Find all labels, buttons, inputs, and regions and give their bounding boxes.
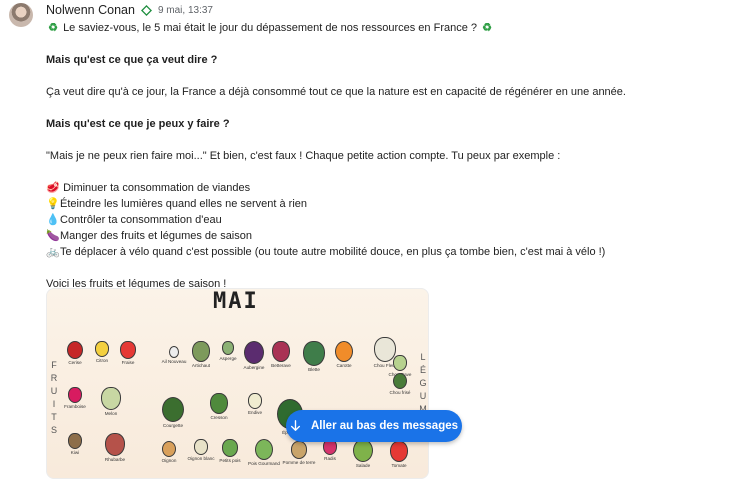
action-item: 🍆Manger des fruits et légumes de saison bbox=[46, 230, 252, 242]
produce-illustration bbox=[335, 341, 353, 362]
produce-illustration bbox=[194, 439, 208, 455]
produce-illustration bbox=[248, 393, 262, 409]
produce-illustration bbox=[162, 397, 184, 422]
produce-illustration bbox=[222, 439, 238, 457]
message-header: Nolwenn Conan 9 mai, 13:37 bbox=[46, 3, 213, 17]
produce-fraise: Fraise bbox=[111, 341, 145, 366]
light-bulb-icon: 💡 bbox=[46, 198, 60, 210]
produce-blette: Blette bbox=[297, 341, 331, 373]
meat-icon: 🥩 bbox=[46, 182, 60, 194]
poster-title: MAI bbox=[213, 289, 259, 314]
produce-label: Rhubarbe bbox=[104, 457, 126, 462]
produce-cresson: Cresson bbox=[202, 393, 236, 421]
produce-label: Tomate bbox=[391, 463, 407, 468]
recycle-icon: ♻ bbox=[482, 22, 493, 34]
produce-illustration bbox=[169, 346, 179, 358]
seasonal-produce-poster[interactable]: MAI FRUITS LÉGUM Cerise Citron Fraise Ail N… bbox=[46, 288, 429, 479]
produce-label: Blette bbox=[308, 367, 320, 372]
verified-diamond-icon bbox=[140, 4, 152, 16]
produce-illustration bbox=[390, 441, 408, 462]
produce-kiwi: Kiwi bbox=[58, 433, 92, 456]
produce-label: Framboise bbox=[64, 404, 86, 409]
produce-illustration bbox=[210, 393, 228, 414]
author-name[interactable]: Nolwenn Conan bbox=[46, 3, 135, 17]
scroll-to-bottom-button[interactable]: Aller au bas des messages bbox=[286, 410, 462, 442]
produce-pomme-de-terre: Pomme de terre bbox=[282, 441, 316, 466]
produce-label: Kiwi bbox=[70, 450, 80, 455]
produce-label: Endive bbox=[247, 410, 263, 415]
produce-illustration bbox=[272, 341, 290, 362]
produce-illustration bbox=[101, 387, 121, 410]
arrow-down-icon bbox=[290, 420, 301, 432]
avatar[interactable] bbox=[9, 3, 33, 27]
heading-actions: Mais qu'est ce que je peux y faire ? bbox=[46, 118, 230, 130]
produce-pois-gourmand: Pois Gourmand bbox=[247, 439, 281, 467]
intro-line: ♻ Le saviez-vous, le 5 mai était le jour… bbox=[46, 20, 746, 36]
produce-label: Carotte bbox=[336, 363, 352, 368]
produce-tomate: Tomate bbox=[382, 441, 416, 469]
produce-illustration bbox=[255, 439, 273, 460]
produce-label: Artichaut bbox=[191, 363, 211, 368]
produce-courgette: Courgette bbox=[156, 397, 190, 429]
intro-text: Le saviez-vous, le 5 mai était le jour d… bbox=[63, 22, 478, 34]
eggplant-icon: 🍆 bbox=[46, 230, 60, 242]
produce-betterave: Betterave bbox=[264, 341, 298, 369]
action-item: 🚲Te déplacer à vélo quand c'est possible… bbox=[46, 246, 606, 258]
action-item: 🥩 Diminuer ta consommation de viandes bbox=[46, 182, 251, 194]
produce-illustration bbox=[162, 441, 176, 457]
produce-label: Pomme de terre bbox=[282, 460, 316, 465]
produce-illustration bbox=[244, 341, 264, 364]
produce-illustration bbox=[68, 387, 82, 403]
produce-illustration bbox=[353, 439, 373, 462]
scroll-to-bottom-label: Aller au bas des messages bbox=[310, 420, 459, 432]
produce-illustration bbox=[192, 341, 210, 362]
produce-framboise: Framboise bbox=[58, 387, 92, 410]
action-item: 💡Éteindre les lumières quand elles ne se… bbox=[46, 198, 308, 210]
produce-chou-frisé: Chou frisé bbox=[383, 373, 417, 396]
produce-oignon: Oignon bbox=[152, 441, 186, 464]
droplet-icon: 💧 bbox=[46, 214, 60, 226]
produce-label: Radis bbox=[324, 456, 336, 461]
bicycle-icon: 🚲 bbox=[46, 246, 60, 258]
produce-endive: Endive bbox=[238, 393, 272, 416]
produce-label: Fraise bbox=[121, 360, 135, 365]
message-body: ♻ Le saviez-vous, le 5 mai était le jour… bbox=[46, 20, 746, 292]
produce-illustration bbox=[393, 373, 407, 389]
fruits-vertical-label: FRUITS bbox=[50, 360, 58, 435]
produce-label: Melon bbox=[104, 411, 118, 416]
produce-illustration bbox=[67, 341, 83, 359]
produce-label: Pois Gourmand bbox=[248, 461, 280, 466]
produce-illustration bbox=[105, 433, 125, 456]
produce-illustration bbox=[222, 341, 234, 355]
produce-label: Chou frisé bbox=[389, 390, 411, 395]
produce-illustration bbox=[303, 341, 325, 366]
produce-label: Salade bbox=[355, 463, 371, 468]
recycle-icon: ♻ bbox=[48, 22, 58, 34]
produce-illustration bbox=[393, 355, 407, 371]
produce-label: Cresson bbox=[210, 415, 228, 420]
produce-label: Courgette bbox=[162, 423, 184, 428]
vegetables-vertical-label: LÉGUM bbox=[419, 352, 427, 414]
heading-meaning: Mais qu'est ce que ça veut dire ? bbox=[46, 54, 218, 66]
paragraph-meaning: Ça veut dire qu'à ce jour, la France a d… bbox=[46, 86, 626, 98]
produce-salade: Salade bbox=[346, 439, 380, 469]
produce-illustration bbox=[291, 441, 307, 459]
produce-illustration bbox=[68, 433, 82, 449]
produce-petits-pois: Petits pois bbox=[213, 439, 247, 464]
produce-melon: Melon bbox=[94, 387, 128, 417]
produce-illustration bbox=[95, 341, 109, 357]
message-timestamp: 9 mai, 13:37 bbox=[157, 4, 213, 16]
produce-label: Petits pois bbox=[219, 458, 241, 463]
produce-illustration bbox=[120, 341, 136, 359]
action-item: 💧Contrôler ta consommation d'eau bbox=[46, 214, 222, 226]
produce-radis: Radis bbox=[313, 439, 347, 462]
paragraph-actions: "Mais je ne peux rien faire moi..." Et b… bbox=[46, 150, 561, 162]
produce-label: Betterave bbox=[271, 363, 291, 368]
produce-rhubarbe: Rhubarbe bbox=[98, 433, 132, 463]
produce-label: Oignon bbox=[161, 458, 177, 463]
produce-carotte: Carotte bbox=[327, 341, 361, 369]
